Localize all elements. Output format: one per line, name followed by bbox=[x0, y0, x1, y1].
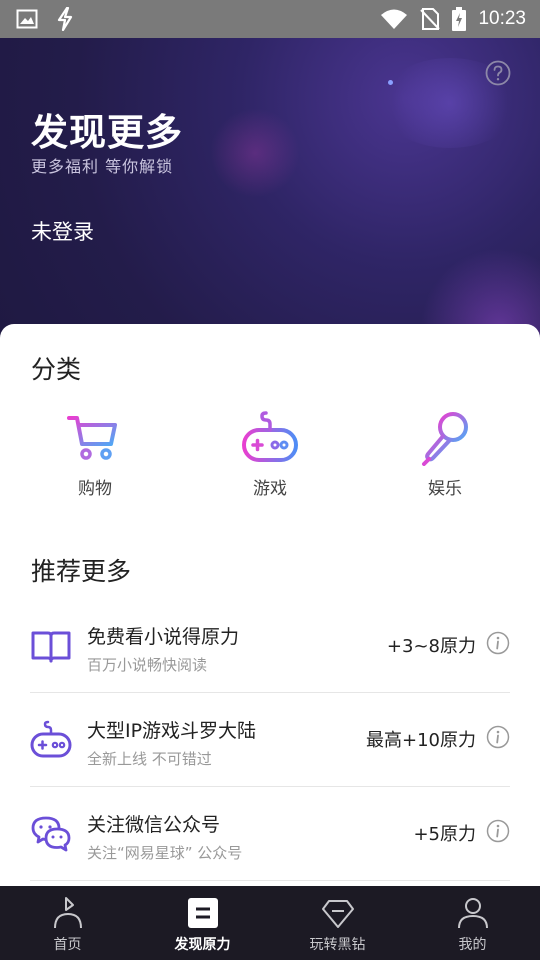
recommend-item-reward: +5原力 bbox=[413, 824, 476, 845]
recommend-item-novel[interactable]: 免费看小说得原力 百万小说畅快阅读 +3~8原力 bbox=[30, 599, 510, 693]
question-circle-icon[interactable] bbox=[485, 60, 511, 86]
no-sim-icon bbox=[420, 8, 441, 30]
recommend-item-title: 免费看小说得原力 bbox=[87, 626, 240, 648]
recommend-item-title: 大型IP游戏斗罗大陆 bbox=[87, 720, 257, 742]
nav-item-profile[interactable]: 我的 bbox=[405, 886, 540, 960]
hero-banner: 发现更多 更多福利 等你解锁 未登录 bbox=[0, 38, 540, 338]
gamepad-icon bbox=[30, 720, 72, 758]
recommend-item-wechat[interactable]: 关注微信公众号 关注“网易星球” 公众号 +5原力 bbox=[30, 787, 510, 881]
wechat-icon bbox=[31, 816, 71, 852]
recommend-item-reward: 最高+10原力 bbox=[366, 730, 476, 751]
content-sheet: 分类 购物 游戏 娱乐 推荐更多 免费看小说得原力 百万小说畅快阅读 +3~8原… bbox=[0, 324, 540, 886]
info-icon[interactable] bbox=[486, 819, 510, 843]
status-bar: 10:23 bbox=[0, 0, 540, 38]
book-icon bbox=[31, 631, 71, 663]
info-icon[interactable] bbox=[486, 631, 510, 655]
page-subtitle: 更多福利 等你解锁 bbox=[31, 157, 174, 176]
nav-label: 玩转黑钻 bbox=[309, 937, 366, 953]
nav-label: 发现原力 bbox=[174, 937, 231, 953]
login-status[interactable]: 未登录 bbox=[31, 216, 94, 246]
category-shopping[interactable]: 购物 bbox=[40, 410, 150, 499]
microphone-icon bbox=[422, 412, 468, 466]
diamond-icon bbox=[321, 900, 354, 928]
nav-item-diamond[interactable]: 玩转黑钻 bbox=[270, 886, 405, 960]
lightning-icon bbox=[57, 7, 73, 31]
info-icon[interactable] bbox=[486, 725, 510, 749]
categories-title: 分类 bbox=[31, 355, 82, 384]
category-label: 游戏 bbox=[253, 479, 287, 499]
hero-glow bbox=[210, 108, 300, 198]
image-icon bbox=[16, 9, 38, 29]
bottom-nav: 首页 发现原力 玩转黑钻 我的 bbox=[0, 886, 540, 960]
recommend-item-subtitle: 关注“网易星球” 公众号 bbox=[87, 844, 243, 862]
page-title: 发现更多 bbox=[31, 111, 183, 154]
recommend-item-title: 关注微信公众号 bbox=[87, 814, 221, 836]
profile-icon bbox=[457, 898, 488, 929]
category-label: 娱乐 bbox=[428, 479, 462, 499]
nav-item-home[interactable]: 首页 bbox=[0, 886, 135, 960]
nav-label: 我的 bbox=[458, 937, 487, 953]
home-planet-icon bbox=[53, 897, 82, 929]
status-time: 10:23 bbox=[478, 8, 526, 29]
recommend-item-game[interactable]: 大型IP游戏斗罗大陆 全新上线 不可错过 最高+10原力 bbox=[30, 693, 510, 787]
recommend-item-subtitle: 百万小说畅快阅读 bbox=[87, 656, 208, 674]
category-label: 购物 bbox=[78, 479, 112, 499]
recommend-item-reward: +3~8原力 bbox=[386, 636, 476, 657]
wifi-icon bbox=[381, 9, 408, 29]
gamepad-icon bbox=[242, 411, 298, 462]
discover-icon bbox=[187, 898, 218, 928]
category-entertainment[interactable]: 娱乐 bbox=[390, 410, 500, 499]
category-games[interactable]: 游戏 bbox=[215, 410, 325, 499]
shopping-cart-icon bbox=[67, 416, 117, 460]
nav-item-discover[interactable]: 发现原力 bbox=[135, 886, 270, 960]
nav-label: 首页 bbox=[53, 937, 82, 953]
recommend-item-subtitle: 全新上线 不可错过 bbox=[87, 750, 212, 768]
battery-charging-icon bbox=[452, 7, 467, 31]
hero-star bbox=[388, 80, 393, 85]
recommend-title: 推荐更多 bbox=[31, 557, 132, 586]
